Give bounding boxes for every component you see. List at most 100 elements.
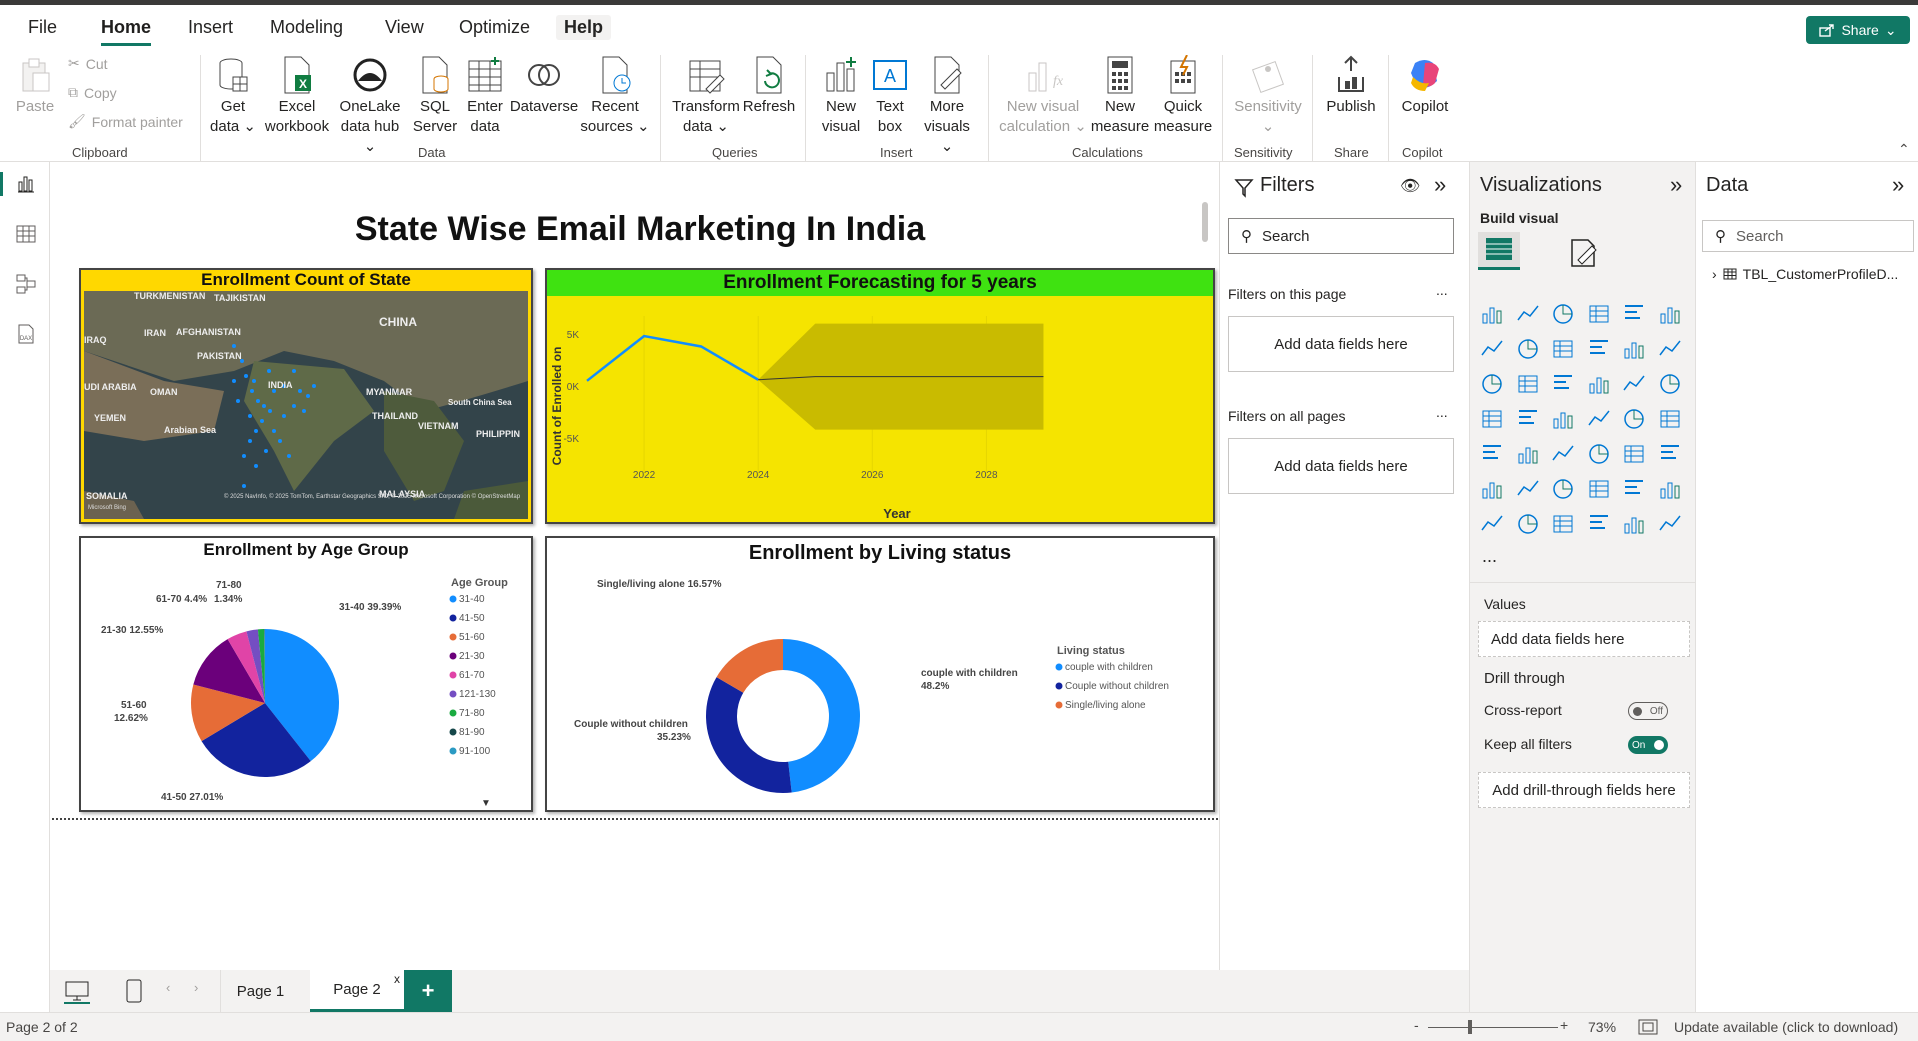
map-point[interactable] [242,454,246,458]
collapse-data-icon[interactable]: » [1892,172,1904,198]
menu-optimize[interactable]: Optimize [451,15,538,40]
line-icon[interactable] [1480,337,1504,361]
area-icon[interactable] [1516,337,1540,361]
scatter-icon[interactable] [1587,372,1611,396]
table-tree-item[interactable]: › TBL_CustomerProfileD... [1712,266,1898,282]
trophy-icon[interactable] [1658,477,1682,501]
quick-measure-button[interactable]: Quick measure [1152,55,1214,137]
next-page-icon[interactable]: › [194,980,198,995]
map-canvas[interactable]: TURKMENISTAN TAJIKISTAN CHINA IRAN AFGHA… [84,291,528,519]
dataverse-button[interactable]: Dataverse [508,55,580,117]
page-tab[interactable]: Page 1 [220,970,300,1012]
r-visual-icon[interactable] [1658,442,1682,466]
map-point[interactable] [312,384,316,388]
dax-query-icon[interactable]: DAX [14,322,38,346]
arcgis-icon[interactable] [1587,512,1611,536]
map-point[interactable] [242,484,246,488]
funnel-icon[interactable] [1551,372,1575,396]
new-measure-button[interactable]: New measure [1090,55,1150,137]
stacked-bar-icon[interactable] [1480,302,1504,326]
map-point[interactable] [287,454,291,458]
zoom-slider-thumb[interactable] [1468,1020,1472,1034]
stacked-column-icon[interactable] [1516,302,1540,326]
format-painter-button[interactable]: 🖌 Format painter [68,113,183,130]
age-legend-item[interactable]: 51-60 [459,632,485,643]
living-legend-item[interactable]: Couple without children [1065,681,1169,692]
enter-data-button[interactable]: Enter data [462,55,508,137]
living-legend-item[interactable]: Single/living alone [1065,700,1146,711]
map-point[interactable] [250,389,254,393]
excel-workbook-button[interactable]: X Excel workbook [262,55,332,137]
chevron-icon[interactable] [1658,512,1682,536]
age-legend-item[interactable]: 71-80 [459,708,485,719]
data-search-input[interactable]: ⚲ Search [1702,220,1914,252]
map-point[interactable] [272,429,276,433]
sensitivity-button[interactable]: Sensitivity ⌄ [1230,55,1306,137]
menu-home[interactable]: Home [93,15,159,46]
gauge-icon[interactable] [1622,407,1646,431]
paste-button[interactable]: Paste [12,55,58,117]
format-visual-icon[interactable] [1566,236,1600,270]
desktop-layout-icon[interactable] [64,978,90,1004]
zoom-out-button[interactable]: - [1414,1017,1419,1033]
more-options-icon[interactable]: ... [1436,282,1448,298]
build-visual-tab[interactable] [1478,232,1520,270]
menu-view[interactable]: View [377,15,432,40]
power-apps-icon[interactable] [1516,512,1540,536]
fit-to-page-icon[interactable] [1638,1019,1658,1035]
table-icon[interactable] [1587,442,1611,466]
map-point[interactable] [278,439,282,443]
age-legend-item[interactable]: 81-90 [459,727,485,738]
collapse-ribbon-icon[interactable]: ⌃ [1898,141,1910,158]
map-point[interactable] [292,404,296,408]
menu-modeling[interactable]: Modeling [262,15,351,40]
filled-map-icon[interactable] [1551,407,1575,431]
map-point[interactable] [260,419,264,423]
zoom-slider-track[interactable] [1428,1027,1558,1028]
page-filters-drop-zone[interactable]: Add data fields here [1228,316,1454,372]
treemap-icon[interactable] [1480,407,1504,431]
more-visuals-icon[interactable]: ... [1482,546,1497,567]
age-legend-item[interactable]: 61-70 [459,670,485,681]
more-visuals-button[interactable]: More visuals ⌄ [916,55,978,157]
get-data-button[interactable]: Get data ⌄ [206,55,260,137]
clustered-column-icon[interactable] [1587,302,1611,326]
living-donut-chart[interactable]: Single/living alone 16.57% couple with c… [547,566,1213,811]
text-box-button[interactable]: A Text box [868,55,912,137]
map-point[interactable] [232,379,236,383]
donut-icon[interactable] [1658,372,1682,396]
paginated-icon[interactable] [1480,512,1504,536]
forecast-visual[interactable]: Enrollment Forecasting for 5 years Count… [545,268,1215,524]
onelake-data-hub-button[interactable]: OneLake data hub ⌄ [334,55,406,157]
living-status-visual[interactable]: Enrollment by Living status Single/livin… [545,536,1215,812]
map-point[interactable] [292,369,296,373]
map-point[interactable] [256,399,260,403]
100-column-icon[interactable] [1658,302,1682,326]
qa-icon[interactable] [1587,477,1611,501]
waterfall-icon[interactable] [1516,372,1540,396]
pie-icon[interactable] [1622,372,1646,396]
copilot-button[interactable]: Copilot [1396,55,1454,117]
card-icon[interactable] [1658,407,1682,431]
prev-page-icon[interactable]: ‹ [166,980,170,995]
refresh-button[interactable]: Refresh [742,55,796,117]
collapse-filters-icon[interactable]: » [1434,172,1446,198]
copy-button[interactable]: ⧉ Copy [68,84,117,101]
new-visual-calculation-button[interactable]: fx New visual calculation ⌄ [998,55,1088,137]
ribbon-icon[interactable] [1480,372,1504,396]
age-legend-item[interactable]: 121-130 [459,689,496,700]
map-visual[interactable]: Enrollment Count of State TURKMENISTAN T… [79,268,533,524]
map-point[interactable] [302,409,306,413]
power-automate-icon[interactable] [1551,512,1575,536]
table-view-icon[interactable] [14,222,38,246]
values-drop-zone[interactable]: Add data fields here [1478,621,1690,657]
share-button[interactable]: Share ⌄ [1806,16,1910,44]
map-point[interactable] [232,344,236,348]
key-influencers-icon[interactable] [1516,477,1540,501]
page-tab-active[interactable]: Page 2 x [310,970,404,1012]
age-pie-chart[interactable]: 31-40 39.39% 41-50 27.01% 51-60 12.62% 2… [81,560,531,810]
map-icon[interactable] [1516,407,1540,431]
map-point[interactable] [298,389,302,393]
kpi-icon[interactable] [1516,442,1540,466]
update-available-link[interactable]: Update available (click to download) [1674,1019,1898,1035]
